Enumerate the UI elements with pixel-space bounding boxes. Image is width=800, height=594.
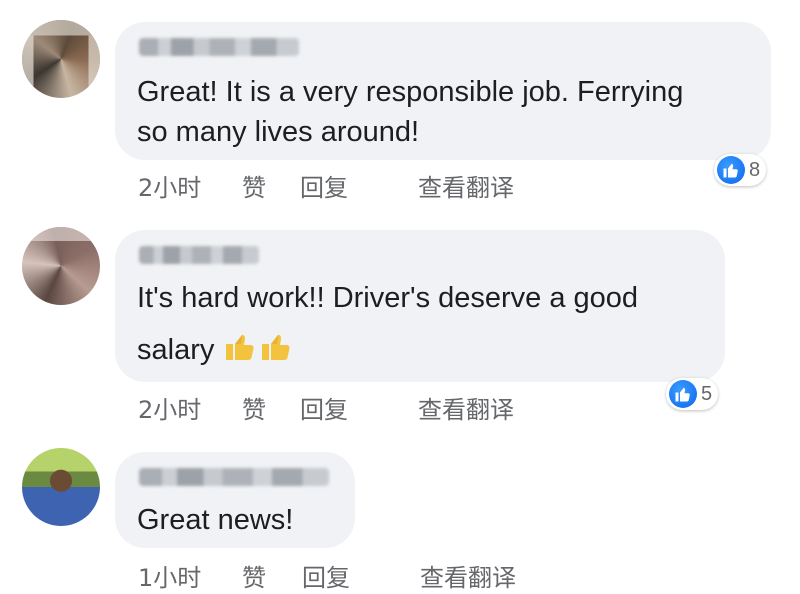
- comment-text-line: It's hard work!! Driver's deserve a good: [137, 282, 639, 314]
- like-button[interactable]: 赞: [242, 168, 266, 203]
- avatar[interactable]: [22, 20, 100, 98]
- comment-bubble: It's hard work!! Driver's deserve a good…: [115, 230, 725, 382]
- author-name[interactable]: [139, 38, 299, 56]
- like-button[interactable]: 赞: [242, 390, 266, 425]
- reaction-badge[interactable]: 8: [714, 154, 767, 186]
- thumbs-up-icon: [669, 380, 697, 408]
- comment-text-line: Great! It is a very responsible job. Fer…: [137, 76, 684, 108]
- reply-button[interactable]: 回复: [300, 168, 348, 203]
- like-button[interactable]: 赞: [242, 558, 266, 593]
- reply-button[interactable]: 回复: [300, 390, 348, 425]
- author-name[interactable]: [139, 246, 259, 264]
- reaction-count: 5: [701, 382, 713, 405]
- reaction-badge[interactable]: 5: [666, 378, 719, 410]
- timestamp: 2小时: [138, 174, 202, 202]
- reaction-count: 8: [749, 158, 761, 181]
- avatar[interactable]: [22, 227, 100, 305]
- thumbs-up-icon: [717, 156, 745, 184]
- comment-text-segment: salary: [137, 334, 215, 367]
- reply-button[interactable]: 回复: [302, 558, 350, 593]
- comment-bubble: Great news!: [115, 452, 355, 548]
- comment-text-line: Great news!: [137, 504, 294, 536]
- avatar[interactable]: [22, 448, 100, 526]
- comment-text-line: so many lives around!: [137, 116, 420, 148]
- timestamp: 2小时: [138, 396, 202, 424]
- comment-text-line: salary: [137, 328, 294, 375]
- thumbs-up-emoji: [258, 328, 294, 375]
- author-name[interactable]: [139, 468, 329, 486]
- translate-button[interactable]: 查看翻译: [418, 390, 514, 425]
- timestamp: 1小时: [138, 564, 202, 592]
- translate-button[interactable]: 查看翻译: [418, 168, 514, 203]
- translate-button[interactable]: 查看翻译: [420, 558, 516, 593]
- thumbs-up-emoji: [222, 328, 258, 375]
- comment-bubble: Great! It is a very responsible job. Fer…: [115, 22, 771, 160]
